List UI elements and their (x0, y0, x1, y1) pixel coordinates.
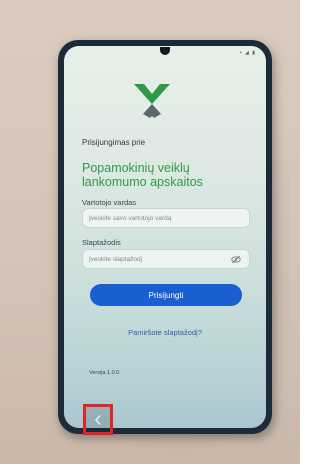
password-label: Slaptažodis (82, 238, 121, 247)
password-placeholder: Įveskite slaptažodį (89, 255, 143, 263)
password-field[interactable]: Įveskite slaptažodį (82, 249, 250, 269)
photo-background: ▪ ◢ ▮ Prisijungimas prie Popamokinių vei… (0, 0, 300, 464)
username-label: Vartotojo vardas (82, 198, 137, 207)
version-text: Versija 1.0.0 (89, 370, 120, 376)
username-placeholder: Įveskite savo vartotojo vardą (89, 214, 172, 222)
username-field[interactable]: Įveskite savo vartotojo vardą (82, 208, 250, 228)
forgot-password-link[interactable]: Pamiršote slaptažodį? (64, 328, 266, 337)
chevron-left-icon (94, 414, 101, 425)
eye-slash-icon[interactable] (231, 255, 241, 264)
login-button[interactable]: Prisijungti (90, 284, 242, 306)
login-title: Popamokinių veiklų lankomumo apskaitos (82, 161, 203, 189)
phone-screen: ▪ ◢ ▮ Prisijungimas prie Popamokinių vei… (64, 46, 266, 428)
login-subtitle: Prisijungimas prie (82, 138, 146, 147)
status-bar: ▪ ◢ ▮ (239, 50, 256, 56)
app-logo-icon (134, 84, 170, 120)
back-button[interactable] (83, 404, 113, 435)
camera-notch (160, 47, 170, 55)
